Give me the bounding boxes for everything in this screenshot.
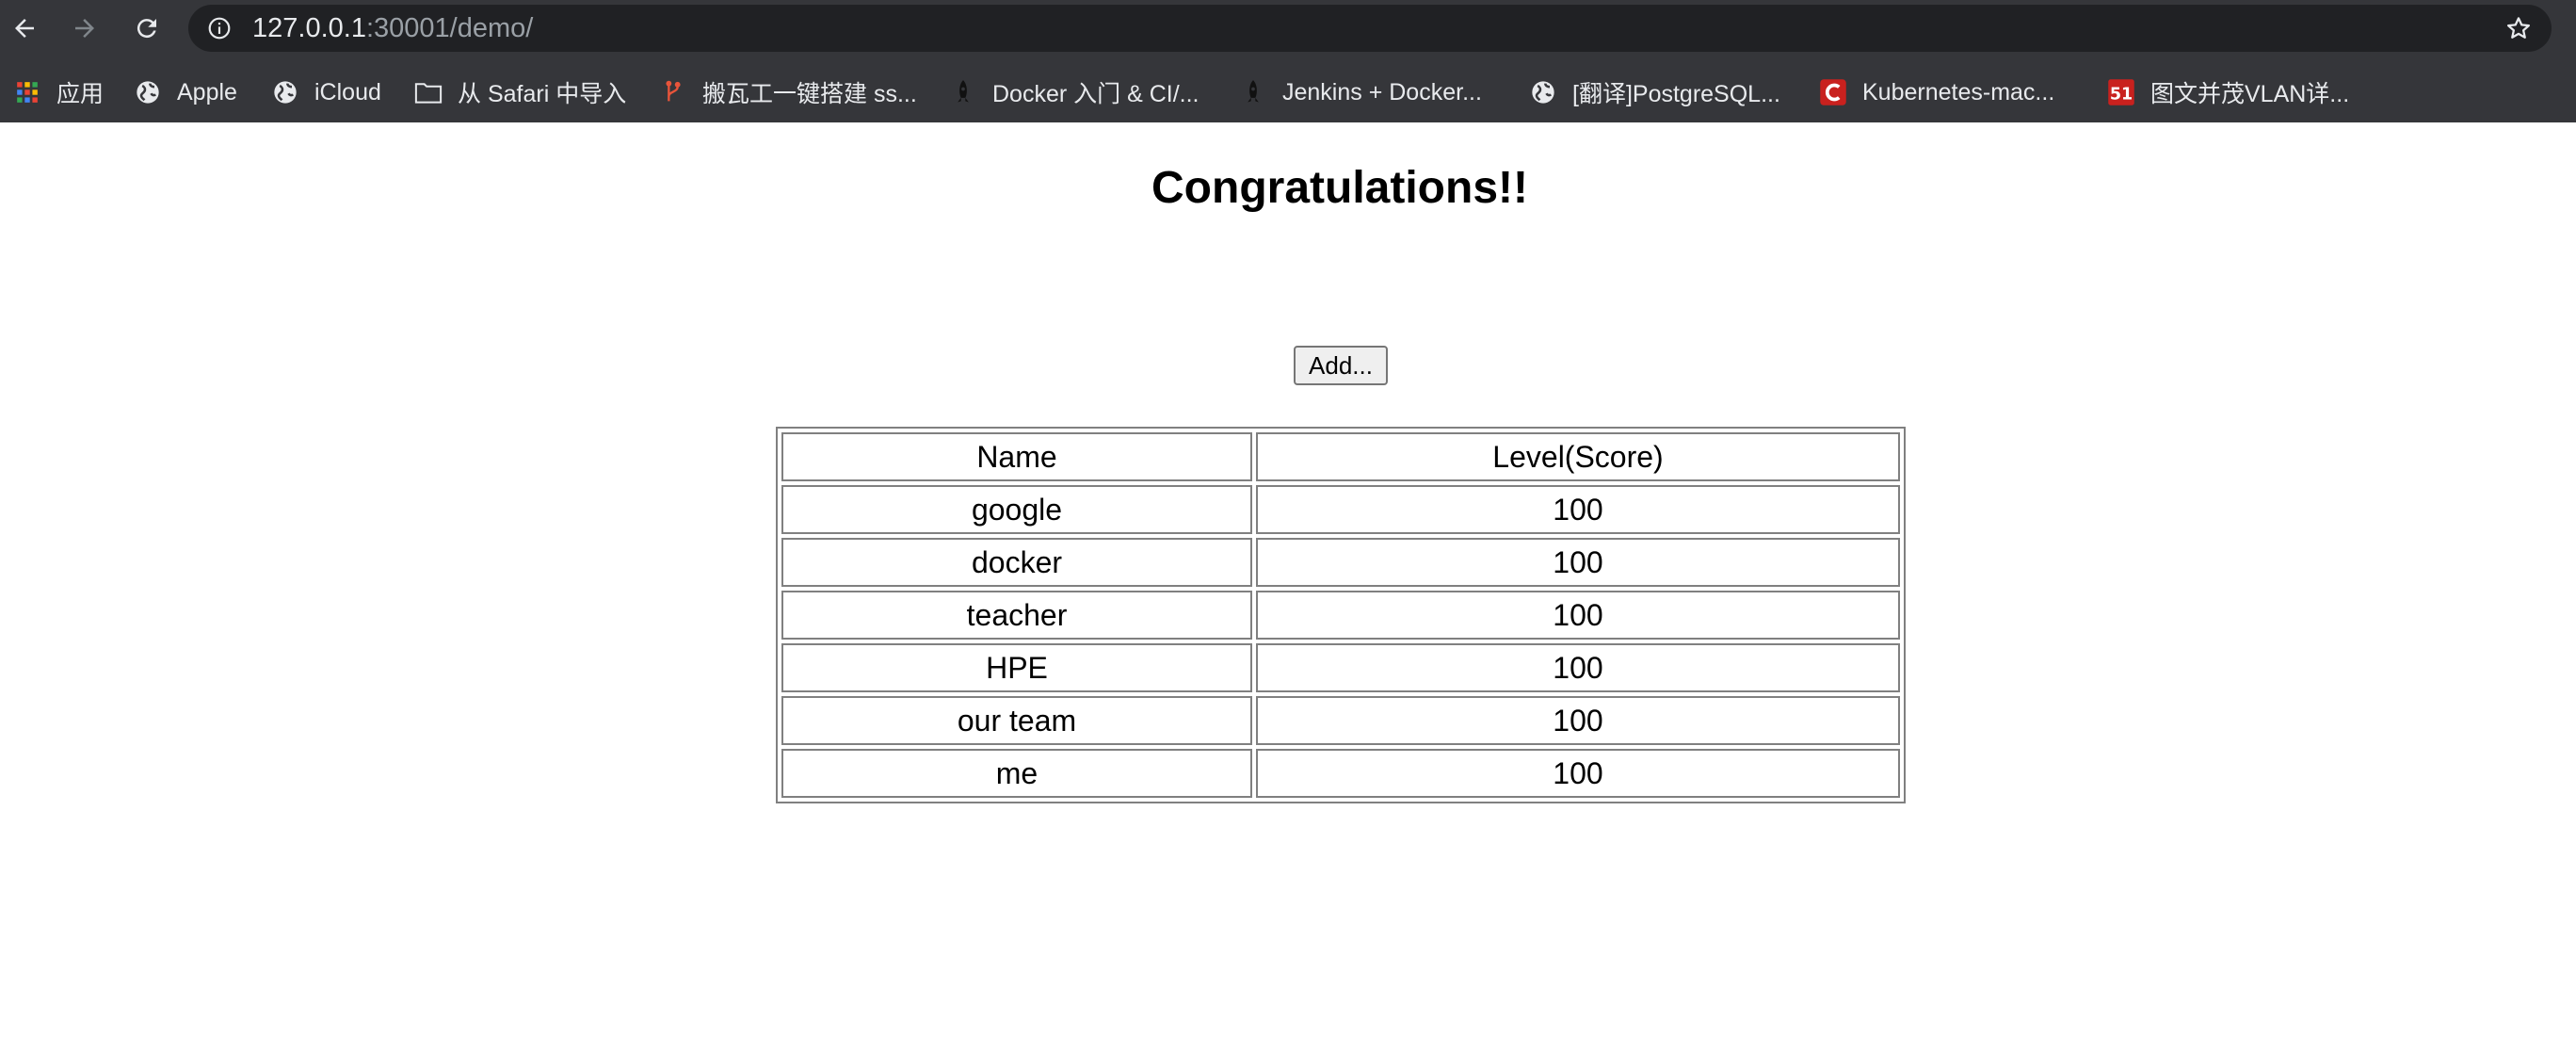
bookmark-docker-ci[interactable]: Docker 入门 & CI/... [949,68,1199,117]
cell-name: HPE [781,643,1252,692]
apps-grid-icon [13,78,41,106]
reload-icon [137,19,156,39]
bookmark-label: iCloud [314,78,381,105]
table-row: HPE 100 [781,643,1900,692]
cell-score: 100 [1256,591,1900,640]
rocket-icon [949,78,977,106]
star-icon[interactable] [2504,14,2533,42]
cell-score: 100 [1256,538,1900,587]
column-header-level: Level(Score) [1256,432,1900,481]
cell-name: docker [781,538,1252,587]
info-icon[interactable] [207,16,232,41]
c-logo-icon [1819,78,1847,106]
page-title: Congratulations!! [1151,163,1528,213]
svg-text:51: 51 [2110,86,2133,105]
bookmark-label: Docker 入门 & CI/... [992,81,1199,107]
table-row: our team 100 [781,696,1900,745]
table-row: google 100 [781,485,1900,534]
table-row: me 100 [781,749,1900,798]
cell-name: google [781,485,1252,534]
cell-score: 100 [1256,643,1900,692]
cell-name: me [781,749,1252,798]
address-bar[interactable]: 127.0.0.1:30001/demo/ [188,5,2552,52]
add-button[interactable]: Add... [1294,346,1388,385]
bookmarks-bar: 应用 Apple iCloud 从 Safari 中导入 搬瓦工一键搭建 ss.… [0,68,2576,117]
cell-name: our team [781,696,1252,745]
url-path: :30001/demo/ [365,13,534,43]
browser-chrome: 127.0.0.1:30001/demo/ 应用 Apple iCloud 从 … [0,0,2576,122]
globe-icon [134,78,162,106]
bookmark-kubernetes[interactable]: Kubernetes-mac... [1819,68,2054,117]
url-text[interactable]: 127.0.0.1:30001/demo/ [252,5,533,52]
bookmark-folder-safari[interactable]: 从 Safari 中导入 [414,68,626,117]
arrow-left-icon [15,19,34,38]
bookmark-bwg[interactable]: 搬瓦工一键搭建 ss... [659,68,917,117]
bookmark-postgresql[interactable]: [翻译]PostgreSQL... [1529,68,1780,117]
url-host: 127.0.0.1 [252,13,366,43]
cell-name: teacher [781,591,1252,640]
bookmark-label: 从 Safari 中导入 [458,81,627,107]
bookmark-apps[interactable]: 应用 [13,68,104,117]
bookmark-label: 图文并茂VLAN详... [2150,81,2350,107]
git-branch-icon [659,78,687,106]
rocket-icon [1239,78,1267,106]
cell-score: 100 [1256,696,1900,745]
bookmark-label: 搬瓦工一键搭建 ss... [702,81,917,107]
bookmark-apple[interactable]: Apple [134,68,237,117]
reload-button[interactable] [126,8,168,49]
arrow-right-icon [75,19,94,38]
cell-score: 100 [1256,749,1900,798]
bookmark-icloud[interactable]: iCloud [271,68,381,117]
bookmark-label: Apple [177,78,237,105]
51cto-logo-icon: 51 [2107,78,2135,106]
bookmark-label: [翻译]PostgreSQL... [1572,81,1780,107]
table-row: docker 100 [781,538,1900,587]
column-header-name: Name [781,432,1252,481]
bookmark-jenkins-docker[interactable]: Jenkins + Docker... [1239,68,1482,117]
bookmark-vlan[interactable]: 51 图文并茂VLAN详... [2107,68,2349,117]
bookmark-label: Jenkins + Docker... [1282,78,1482,105]
bookmark-label: Kubernetes-mac... [1862,78,2055,105]
cell-score: 100 [1256,485,1900,534]
table-row: teacher 100 [781,591,1900,640]
table-header-row: Name Level(Score) [781,432,1900,481]
folder-icon [414,78,443,106]
bookmark-label: 应用 [56,81,105,107]
page-content: Congratulations!! Add... Name Level(Scor… [0,122,2576,1038]
globe-icon [271,78,299,106]
back-button[interactable] [4,8,45,49]
forward-button[interactable] [64,8,105,49]
globe-icon [1529,78,1557,106]
score-table: Name Level(Score) google 100 docker 100 … [776,427,1906,803]
